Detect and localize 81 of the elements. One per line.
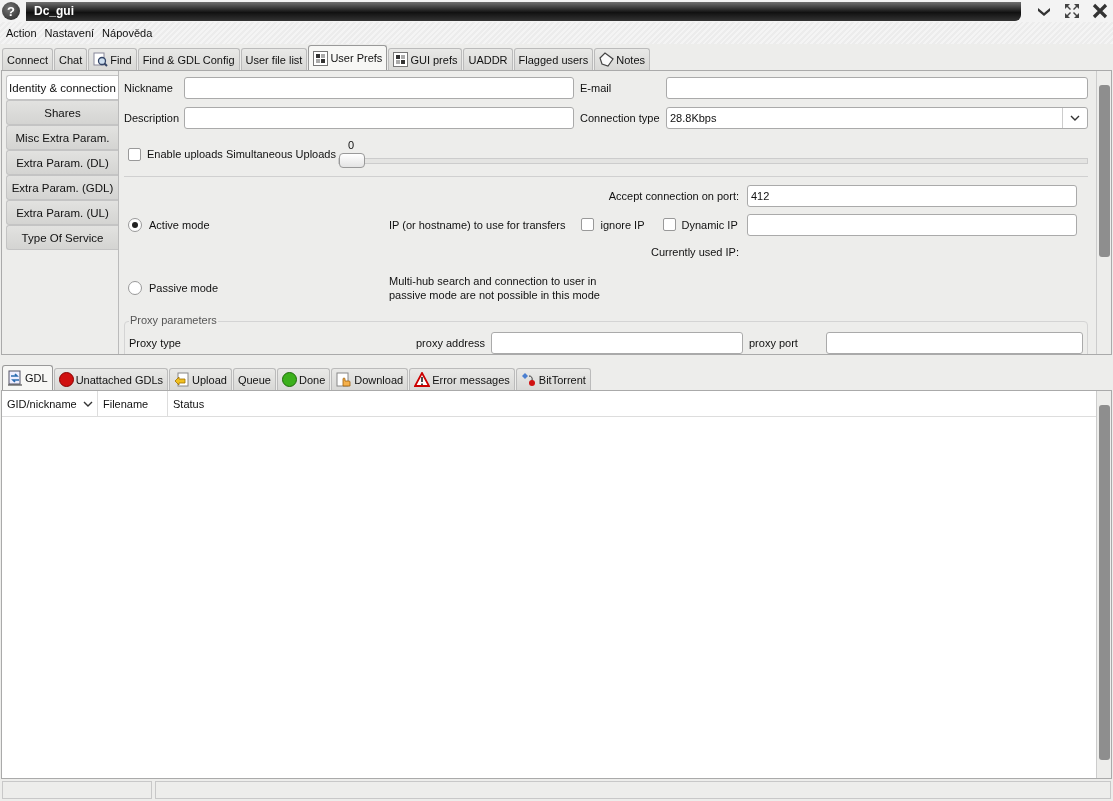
field-label: proxy address — [416, 337, 487, 349]
checkbox-label: ignore IP — [600, 218, 645, 231]
tab[interactable]: Done — [276, 368, 331, 390]
field-label: E-mail — [580, 82, 613, 94]
chevron-icon — [1070, 115, 1080, 121]
menu-item[interactable]: Nastavení — [44, 27, 95, 39]
checkbox-label: Enable uploads Simultaneous Uploads — [147, 148, 336, 160]
column-header[interactable]: Status — [168, 391, 1096, 416]
menu-item[interactable]: Nápověda — [102, 27, 153, 39]
magnifier-icon — [93, 52, 109, 67]
side-tab[interactable]: Type Of Service — [6, 225, 118, 250]
passive-mode-note: Multi-hub search and connection to user in passive mode are not possible in this mode — [389, 274, 601, 302]
tab[interactable]: UADDR — [463, 48, 513, 70]
torrent-icon — [520, 372, 537, 387]
tab[interactable]: Chat — [54, 48, 88, 70]
tab[interactable]: Find & GDL Config — [137, 48, 240, 70]
side-tab[interactable]: Extra Param. (GDL) — [6, 175, 118, 200]
port-field[interactable]: 412 — [747, 185, 1077, 207]
tab[interactable]: Queue — [232, 368, 276, 390]
side-tab[interactable]: Shares — [6, 100, 118, 125]
field-label: Description — [124, 112, 181, 124]
column-header[interactable]: GID/nickname — [2, 391, 98, 416]
tab[interactable]: User Prefs — [308, 45, 388, 70]
radio-label: Active mode — [149, 218, 210, 231]
email-field[interactable] — [666, 77, 1088, 99]
tab[interactable]: GUI prefs — [388, 48, 463, 70]
tag-icon — [599, 52, 615, 67]
field-label: Proxy type — [129, 337, 182, 349]
proxy-port-field[interactable] — [826, 332, 1083, 354]
tab[interactable]: Upload — [169, 368, 232, 390]
tab[interactable]: Find — [88, 48, 137, 70]
scrollbar[interactable] — [1096, 71, 1111, 354]
description-field[interactable] — [184, 107, 574, 129]
checkbox[interactable] — [581, 218, 595, 231]
radio-button[interactable] — [128, 217, 142, 232]
grid-icon — [393, 52, 409, 67]
field-label: Accept connection on port: — [607, 190, 740, 202]
tab[interactable]: Error messages — [409, 368, 515, 390]
slider-value: 0 — [347, 138, 355, 151]
connection-type-dropdown[interactable]: 28.8Kbps — [666, 107, 1088, 129]
side-tab[interactable]: Misc Extra Param. — [6, 125, 118, 150]
checkbox-label: Dynamic IP — [681, 218, 738, 231]
field-label: Connection type — [580, 112, 661, 124]
tab[interactable]: BitTorrent — [515, 368, 591, 390]
field-label: Nickname — [124, 82, 174, 94]
close-icon[interactable] — [1092, 3, 1108, 19]
help-icon[interactable]: ? — [2, 2, 20, 20]
tab[interactable]: Connect — [2, 48, 53, 70]
tab[interactable]: User file list — [240, 48, 308, 70]
warning-icon — [414, 372, 431, 387]
tab[interactable]: Notes — [594, 48, 651, 70]
scrollbar[interactable] — [1096, 391, 1111, 778]
grid-icon — [313, 50, 329, 66]
status-dot-icon — [281, 372, 297, 387]
proxy-address-field[interactable] — [491, 332, 743, 354]
checkbox[interactable] — [662, 218, 676, 231]
status-dot-icon — [58, 372, 74, 387]
tab[interactable]: Download — [331, 368, 409, 390]
radio-button[interactable] — [128, 281, 142, 295]
slider-thumb[interactable] — [338, 152, 365, 168]
field-label: IP (or hostname) to use for transfers — [389, 218, 566, 231]
column-header[interactable]: Filename — [98, 391, 168, 416]
tab[interactable]: Unattached GDLs — [53, 368, 169, 390]
document-arrow-icon — [7, 370, 23, 386]
field-label: Currently used IP: — [649, 246, 740, 258]
field-label: proxy port — [749, 337, 799, 349]
maximize-icon[interactable] — [1064, 3, 1080, 19]
tab[interactable]: GDL — [2, 365, 53, 390]
side-tab[interactable]: Identity & connection — [6, 75, 118, 100]
tab[interactable]: Flagged users — [513, 48, 594, 70]
checkbox[interactable] — [128, 147, 141, 161]
group-title: Proxy parameters — [129, 314, 218, 326]
window-title: Dc_gui — [34, 4, 74, 18]
side-tab[interactable]: Extra Param. (UL) — [6, 200, 118, 225]
radio-label: Passive mode — [149, 282, 219, 294]
document-hand-icon — [336, 372, 353, 387]
menu-item[interactable]: Action — [6, 27, 37, 39]
ip-field[interactable] — [747, 213, 1077, 236]
nickname-field[interactable] — [184, 77, 574, 99]
sort-icon — [82, 400, 93, 407]
side-tab[interactable]: Extra Param. (DL) — [6, 150, 118, 175]
